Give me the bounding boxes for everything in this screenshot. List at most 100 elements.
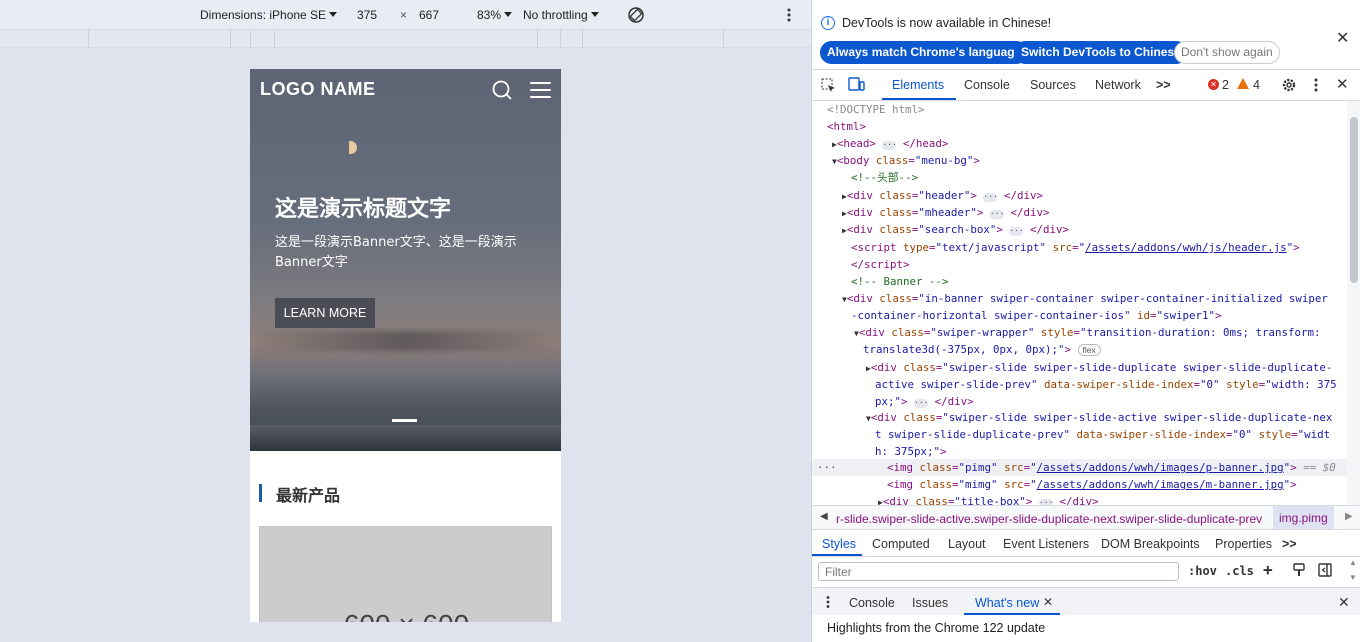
switch-to-chinese-button[interactable]: Switch DevTools to Chinese: [1014, 41, 1188, 64]
section-accent-bar: [259, 484, 262, 502]
comment-head[interactable]: <!--头部-->: [851, 169, 918, 186]
hov-toggle[interactable]: :hov: [1188, 564, 1217, 578]
close-drawer-icon[interactable]: ✕: [1338, 594, 1350, 611]
tab-styles[interactable]: Styles: [822, 537, 856, 551]
styles-filter-input[interactable]: Filter: [818, 562, 1179, 581]
slider-pagination-dot[interactable]: [392, 419, 417, 422]
cloud-band: [250, 331, 561, 351]
tab-properties[interactable]: Properties: [1215, 537, 1272, 551]
more-vert-icon[interactable]: [786, 7, 792, 23]
error-count[interactable]: 2: [1222, 78, 1229, 92]
scrollbar-thumb[interactable]: [1350, 117, 1358, 283]
dom-tree-scrollbar[interactable]: [1347, 101, 1360, 505]
paint-brush-icon[interactable]: [1292, 563, 1306, 577]
close-whats-new-icon[interactable]: ✕: [1043, 595, 1053, 609]
img-mimg-node[interactable]: <img class="mimg" src="/assets/addons/ww…: [887, 476, 1297, 493]
scroll-down-icon[interactable]: ▼: [1349, 573, 1357, 582]
slide-duplicate-node-cont2[interactable]: px;"> ··· </div>: [875, 393, 974, 410]
chevron-down-icon: [590, 12, 599, 17]
notice-message: DevTools is now available in Chinese!: [842, 16, 1052, 30]
in-banner-div-node[interactable]: ▼<div class="in-banner swiper-container …: [842, 290, 1328, 308]
drawer-tab-console[interactable]: Console: [849, 596, 895, 610]
new-style-rule-icon[interactable]: +: [1263, 560, 1273, 579]
dont-show-again-button[interactable]: Don't show again: [1174, 41, 1280, 64]
script-node[interactable]: <script type="text/javascript" src="/ass…: [851, 239, 1300, 256]
swiper-wrapper-node-cont[interactable]: translate3d(-375px, 0px, 0px);"> flex: [863, 341, 1101, 358]
slide-duplicate-node[interactable]: ▶<div class="swiper-slide swiper-slide-d…: [866, 359, 1332, 377]
sea-strip: [250, 425, 561, 451]
toggle-sidebar-icon[interactable]: [1318, 563, 1332, 577]
tab-event-listeners[interactable]: Event Listeners: [1003, 537, 1089, 551]
device-viewport-area: Dimensions: iPhone SE 375 × 667 83% No t…: [0, 0, 811, 642]
gear-icon[interactable]: [1281, 77, 1297, 93]
tab-elements[interactable]: Elements: [892, 78, 944, 92]
error-icon[interactable]: ✕: [1208, 79, 1219, 90]
inspect-element-icon[interactable]: [821, 78, 836, 93]
drawer-menu-icon[interactable]: [825, 595, 831, 609]
device-toolbar-icon[interactable]: [848, 77, 865, 92]
drawer-tab-issues[interactable]: Issues: [912, 596, 948, 610]
body-node[interactable]: ▼<body class="menu-bg">: [832, 152, 980, 170]
tab-computed[interactable]: Computed: [872, 537, 930, 551]
learn-more-button[interactable]: LEARN MORE: [275, 298, 375, 328]
html-tag-line[interactable]: <html>: [827, 118, 866, 135]
always-match-language-button[interactable]: Always match Chrome's language: [820, 41, 1029, 64]
slide-active-node-cont2[interactable]: h: 375px;">: [875, 443, 947, 460]
slide-active-node[interactable]: ▼<div class="swiper-slide swiper-slide-a…: [866, 409, 1332, 427]
width-input[interactable]: 375: [357, 8, 377, 22]
active-tab-underline: [882, 98, 956, 100]
drawer-tab-whats-new[interactable]: What's new: [975, 596, 1039, 610]
search-icon[interactable]: [492, 80, 512, 100]
tab-console[interactable]: Console: [964, 78, 1010, 92]
header-div-node[interactable]: ▶<div class="header"> ··· </div>: [842, 187, 1043, 205]
breadcrumb-right-arrow-icon[interactable]: ▶: [1345, 511, 1353, 522]
cls-toggle[interactable]: .cls: [1225, 564, 1254, 578]
breadcrumb-item[interactable]: r-slide.swiper-slide-active.swiper-slide…: [836, 512, 1262, 526]
close-icon[interactable]: ✕: [1336, 28, 1349, 48]
node-ellipsis[interactable]: ···: [817, 459, 837, 476]
search-box-div-node[interactable]: ▶<div class="search-box"> ··· </div>: [842, 221, 1069, 239]
elements-dom-tree[interactable]: <!DOCTYPE html> <html> ▶<head> ··· </hea…: [812, 101, 1360, 508]
more-vert-icon[interactable]: [1313, 77, 1319, 93]
header-js-link[interactable]: /assets/addons/wwh/js/header.js: [1085, 241, 1287, 254]
rotate-icon[interactable]: [627, 6, 645, 24]
flex-badge[interactable]: flex: [1077, 344, 1101, 356]
devtools-main-tabs: Elements Console Sources Network >> ✕ 2 …: [812, 70, 1360, 101]
throttling-select[interactable]: No throttling: [523, 8, 599, 22]
hamburger-menu-icon[interactable]: [530, 82, 551, 98]
dollar-zero: == $0: [1303, 461, 1336, 474]
slide-duplicate-node-cont[interactable]: active swiper-slide-prev" data-swiper-sl…: [875, 376, 1337, 393]
scroll-up-icon[interactable]: ▲: [1349, 558, 1357, 567]
script-close[interactable]: </script>: [851, 256, 910, 273]
logo[interactable]: LOGO NAME: [260, 79, 376, 100]
warning-count[interactable]: 4: [1253, 78, 1260, 92]
product-image-placeholder[interactable]: 600 × 600: [259, 526, 552, 622]
mheader-div-node[interactable]: ▶<div class="mheader"> ··· </div>: [842, 204, 1049, 222]
swiper-wrapper-node[interactable]: ▼<div class="swiper-wrapper" style="tran…: [854, 324, 1320, 342]
breadcrumb-item-selected[interactable]: img.pimg: [1273, 506, 1334, 529]
head-node[interactable]: ▶<head> ··· </head>: [832, 135, 948, 153]
comment-banner[interactable]: <!-- Banner -->: [851, 273, 949, 290]
more-style-tabs-icon[interactable]: >>: [1282, 537, 1297, 551]
zoom-select[interactable]: 83%: [477, 8, 513, 22]
breadcrumb-left-arrow-icon[interactable]: ◀: [820, 511, 828, 522]
close-devtools-icon[interactable]: ✕: [1336, 75, 1349, 93]
height-input[interactable]: 667: [419, 8, 439, 22]
more-tabs-icon[interactable]: >>: [1156, 78, 1171, 92]
m-banner-link[interactable]: /assets/addons/wwh/images/m-banner.jpg: [1037, 478, 1284, 491]
tab-sources[interactable]: Sources: [1030, 78, 1076, 92]
doctype-line[interactable]: <!DOCTYPE html>: [827, 101, 925, 118]
mobile-page: LOGO NAME 这是演示标题文字 这是一段演示Banner文字、这是一段演示…: [250, 69, 561, 622]
tab-dom-breakpoints[interactable]: DOM Breakpoints: [1101, 537, 1200, 551]
section-title: 最新产品: [276, 486, 341, 505]
warning-icon[interactable]: [1237, 78, 1249, 89]
tab-layout[interactable]: Layout: [948, 537, 986, 551]
in-banner-div-node-cont[interactable]: -container-horizontal swiper-container-i…: [851, 307, 1222, 324]
device-select[interactable]: Dimensions: iPhone SE: [200, 8, 338, 22]
img-pimg-node[interactable]: <img class="pimg" src="/assets/addons/ww…: [887, 459, 1336, 476]
p-banner-link[interactable]: /assets/addons/wwh/images/p-banner.jpg: [1037, 461, 1284, 474]
devtools-panel: i DevTools is now available in Chinese! …: [811, 0, 1360, 642]
slide-active-node-cont[interactable]: t swiper-slide-duplicate-prev" data-swip…: [875, 426, 1330, 443]
media-query-ruler: [0, 30, 811, 48]
tab-network[interactable]: Network: [1095, 78, 1141, 92]
